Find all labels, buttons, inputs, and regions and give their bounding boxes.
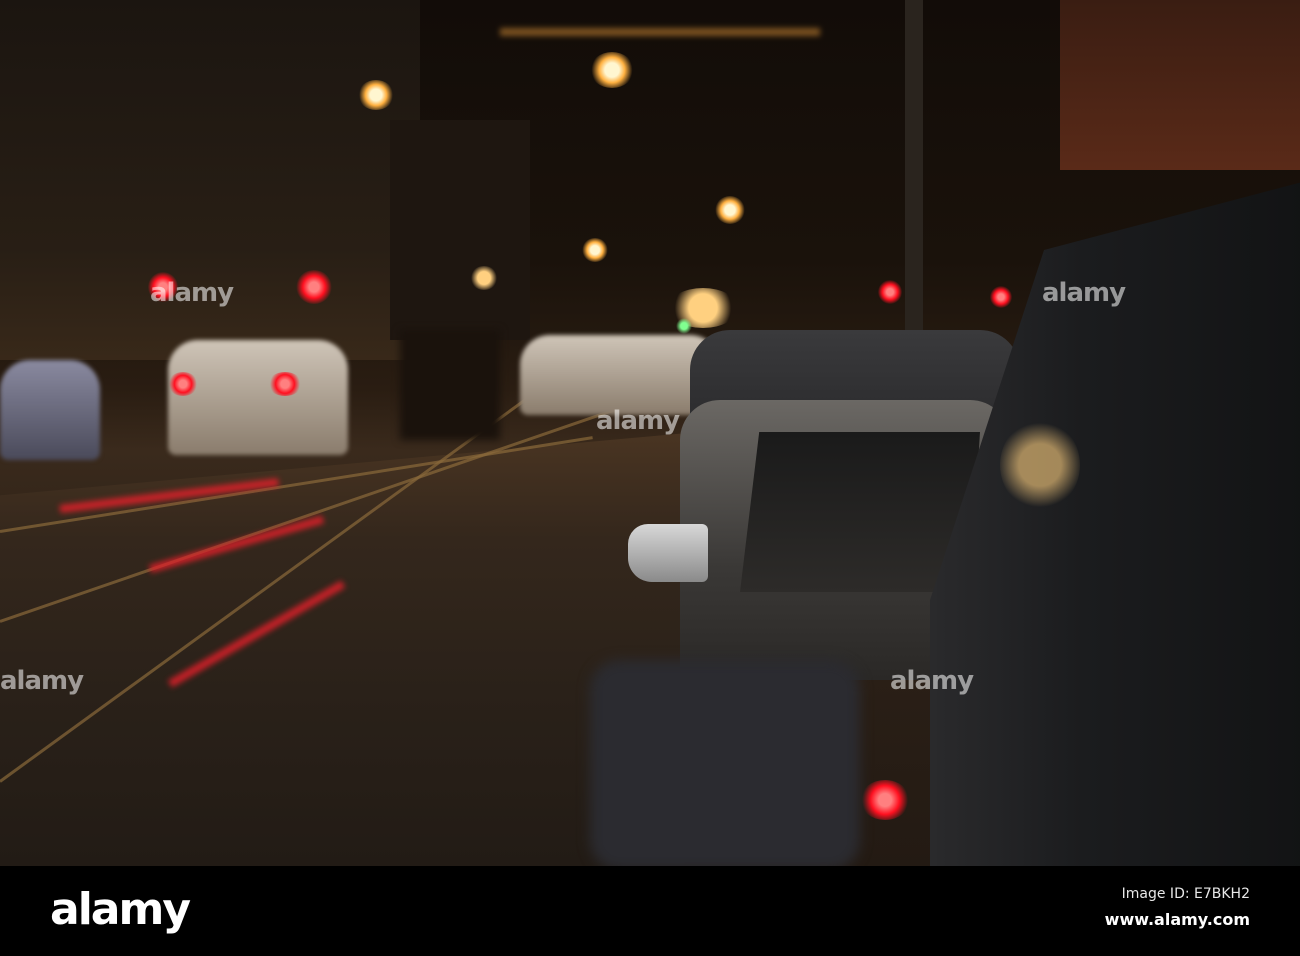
tail-light-reflection [860, 780, 910, 820]
stock-photo-page: alamy alamy alamy alamy alamy alamy Imag… [0, 0, 1300, 956]
street-lamp [358, 80, 394, 110]
traffic-light-red [878, 280, 902, 304]
white-car-distant [168, 340, 348, 455]
night-street-photo: alamy alamy alamy alamy alamy [0, 0, 1300, 866]
tail-light [168, 372, 198, 396]
car-left-edge [0, 360, 100, 460]
side-mirror [628, 524, 708, 582]
street-lamp [582, 238, 608, 262]
building-middle [390, 120, 530, 340]
tail-light [268, 372, 302, 396]
green-light [676, 318, 692, 334]
bokeh-lights [470, 266, 498, 290]
blurred-mirror-foreground [590, 660, 860, 866]
overhead-wire-glow [500, 28, 820, 36]
window-reflection [1000, 420, 1080, 510]
utility-pole [905, 0, 923, 340]
shop-awning-right [1060, 0, 1300, 170]
traffic-light-red [296, 270, 332, 304]
street-lamp [715, 196, 745, 224]
pedestrians [400, 330, 500, 440]
watermark: alamy [0, 666, 84, 696]
watermark: alamy [890, 666, 974, 696]
watermark: alamy [1042, 278, 1126, 308]
watermark: alamy [596, 406, 680, 436]
footer-bar: alamy Image ID: E7BKH2 www.alamy.com [0, 866, 1300, 956]
street-lamp [590, 52, 634, 88]
alamy-logo: alamy [50, 884, 191, 935]
watermark: alamy [150, 278, 234, 308]
website-link[interactable]: www.alamy.com [1105, 910, 1250, 929]
traffic-light-red [990, 286, 1012, 308]
image-id: Image ID: E7BKH2 [1121, 886, 1250, 902]
